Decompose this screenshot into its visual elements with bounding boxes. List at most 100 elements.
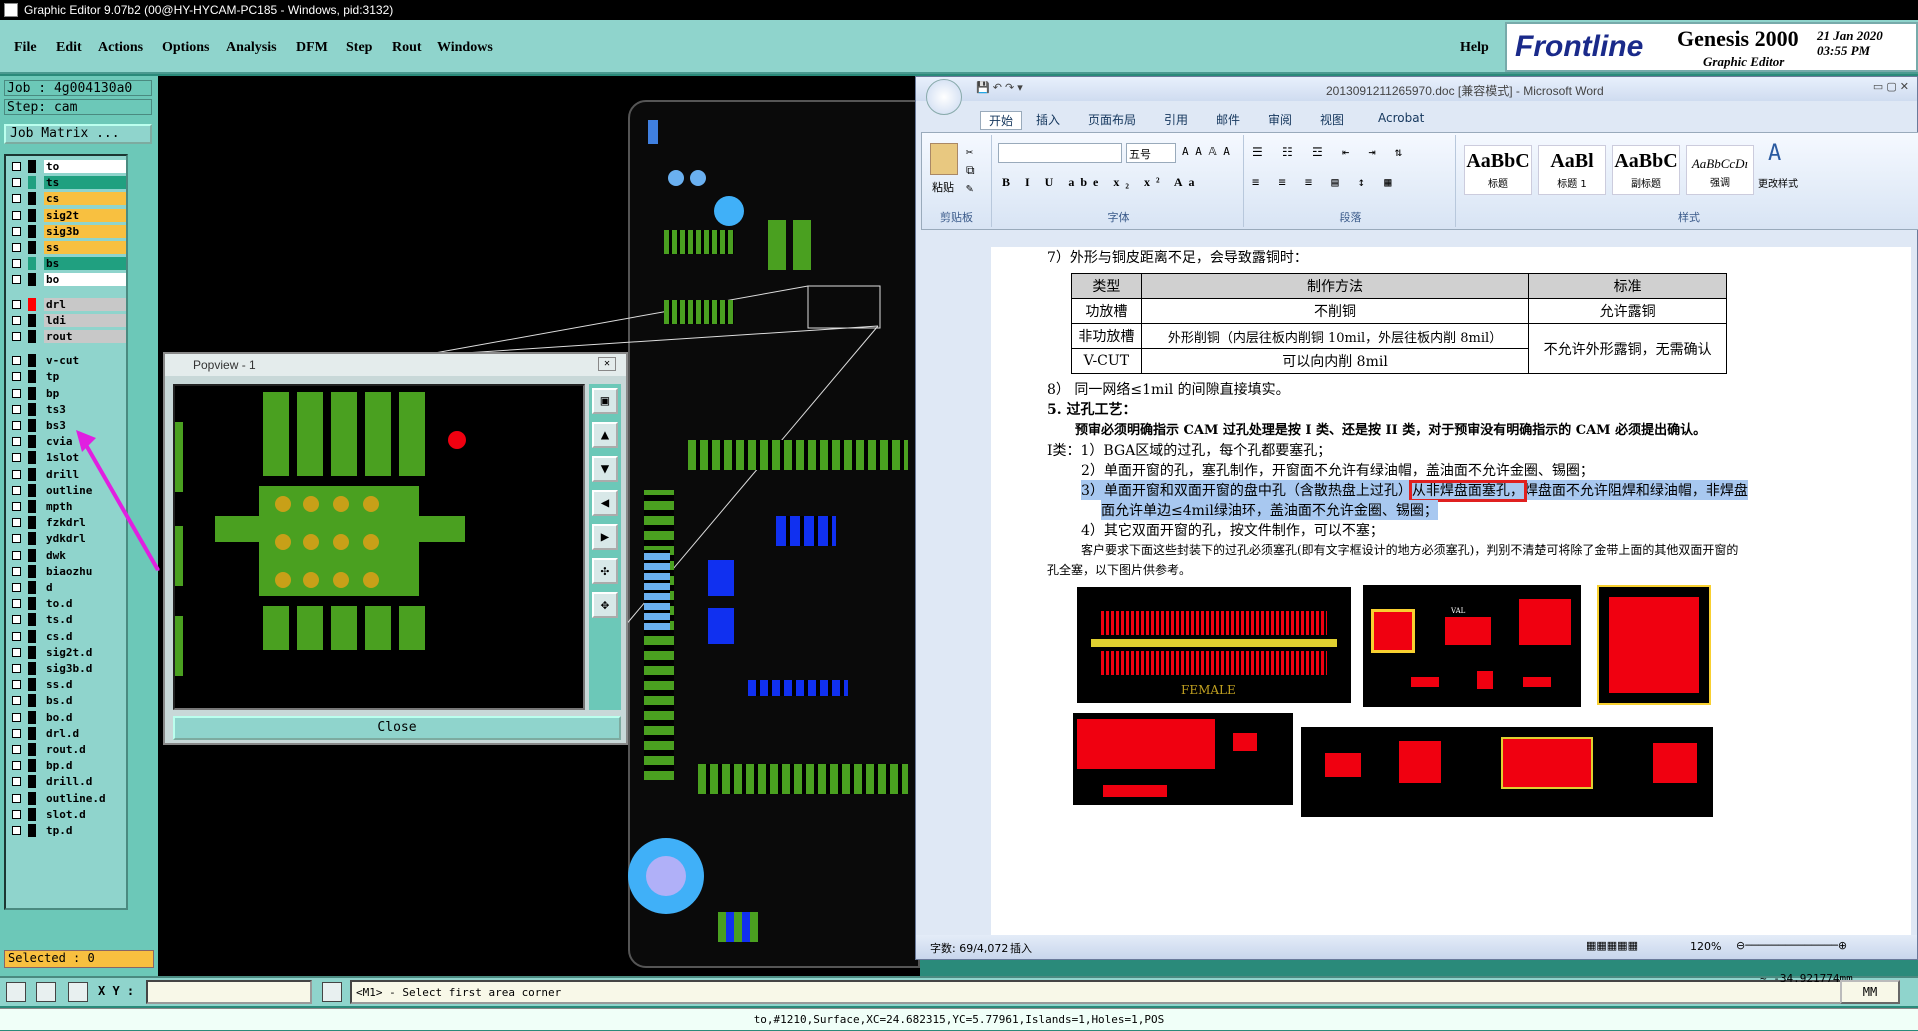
clipboard-tools-icon[interactable]: ✂ ⧉ ✎ <box>966 143 975 197</box>
layer-checkbox[interactable] <box>12 388 21 398</box>
layer-checkbox[interactable] <box>12 485 21 495</box>
popview-close-icon[interactable]: ✕ <box>598 357 616 371</box>
layer-name[interactable]: cs <box>44 192 126 206</box>
layer-row[interactable]: ts.d <box>8 613 128 627</box>
layer-row[interactable]: bp.d <box>8 759 128 773</box>
font-name-select[interactable] <box>998 143 1122 163</box>
zoom-in-icon[interactable]: ▣ <box>592 388 618 414</box>
layer-row[interactable]: v-cut <box>8 354 128 368</box>
menu-edit[interactable]: Edit <box>56 40 82 56</box>
layer-checkbox[interactable] <box>12 469 21 479</box>
style-emphasis[interactable]: AaBbCcDı 强调 <box>1686 145 1754 195</box>
layer-name[interactable]: to <box>44 160 126 173</box>
layer-name[interactable]: slot.d <box>44 807 126 821</box>
tab-review[interactable]: 审阅 <box>1268 111 1292 128</box>
layer-row[interactable]: ts3 <box>8 402 128 417</box>
layer-name[interactable]: rout.d <box>44 743 126 756</box>
layer-name[interactable]: v-cut <box>44 354 126 368</box>
layer-checkbox[interactable] <box>12 275 21 285</box>
layer-checkbox[interactable] <box>12 315 21 325</box>
pan-right-icon[interactable]: ▶ <box>592 524 618 550</box>
align-icons[interactable]: ≡ ≡ ≡ ▤ ↕ ▦ <box>1252 175 1397 189</box>
layer-name[interactable]: bs.d <box>44 694 126 708</box>
layer-row[interactable]: bs <box>8 257 128 271</box>
layer-checkbox[interactable] <box>12 518 21 528</box>
layer-row[interactable]: outline.d <box>8 791 128 806</box>
font-format-icons[interactable]: B I U abe x₂ x² Aa <box>1002 175 1201 190</box>
layer-name[interactable]: ts3 <box>44 402 126 416</box>
layer-row[interactable]: tp <box>8 370 128 384</box>
menu-dfm[interactable]: DFM <box>296 40 328 56</box>
layer-name[interactable]: ldi <box>44 313 126 327</box>
tab-acrobat[interactable]: Acrobat <box>1378 111 1424 125</box>
layer-name[interactable]: bp.d <box>44 759 126 773</box>
layer-checkbox[interactable] <box>12 647 21 657</box>
layer-row[interactable]: drill.d <box>8 775 128 789</box>
layer-checkbox[interactable] <box>12 761 21 771</box>
layer-row[interactable]: bo.d <box>8 710 128 725</box>
popview-close-button[interactable]: Close <box>173 716 621 740</box>
menu-help[interactable]: Help <box>1460 40 1489 56</box>
layer-checkbox[interactable] <box>12 809 21 819</box>
tool-pipe-icon[interactable] <box>322 982 342 1002</box>
unit-toggle[interactable]: MM <box>1840 980 1900 1004</box>
layer-row[interactable]: ss.d <box>8 678 128 692</box>
tool-diagonal-icon[interactable] <box>36 982 56 1002</box>
layer-row[interactable]: to <box>8 160 128 174</box>
layer-row[interactable]: sig3b.d <box>8 662 128 676</box>
layer-row[interactable]: bs.d <box>8 694 128 708</box>
zoom-level[interactable]: 120% <box>1690 940 1721 953</box>
layer-checkbox[interactable] <box>12 777 21 787</box>
layer-name[interactable]: d <box>44 581 126 594</box>
quick-access-icons[interactable]: 💾 ↶ ↷ ▾ <box>976 81 1023 94</box>
layer-name[interactable]: drl.d <box>44 726 126 740</box>
layer-checkbox[interactable] <box>12 680 21 690</box>
layer-row[interactable]: bo <box>8 273 128 287</box>
layer-checkbox[interactable] <box>12 745 21 754</box>
layer-name[interactable]: bo.d <box>44 710 126 724</box>
job-matrix-button[interactable]: Job Matrix ... <box>4 124 152 144</box>
pan-up-icon[interactable]: ▲ <box>592 422 618 448</box>
layer-checkbox[interactable] <box>12 793 21 803</box>
layer-name[interactable]: sig2t <box>44 208 126 222</box>
tab-view[interactable]: 视图 <box>1320 111 1344 128</box>
layer-checkbox[interactable] <box>12 615 21 625</box>
layer-name[interactable]: drill.d <box>44 775 126 789</box>
layer-name[interactable]: rout <box>44 330 126 343</box>
view-buttons-icon[interactable]: ▦▦▦▦▦ <box>1586 939 1638 952</box>
pan-left-icon[interactable]: ◀ <box>592 490 618 516</box>
menu-file[interactable]: File <box>14 40 37 56</box>
document-page[interactable]: 7）外形与铜皮距离不足，会导致露铜时： 类型 制作方法 标准 功放槽 不削铜 允许露铜 … <box>991 247 1911 937</box>
style-subtitle[interactable]: AaBbC 副标题 <box>1612 145 1680 195</box>
layer-checkbox[interactable] <box>12 826 21 835</box>
layer-checkbox[interactable] <box>12 534 21 544</box>
layer-row[interactable]: bp <box>8 386 128 401</box>
layer-row[interactable]: drl.d <box>8 726 128 741</box>
layer-row[interactable]: cs.d <box>8 629 128 644</box>
layer-name[interactable]: sig2t.d <box>44 645 126 659</box>
layer-row[interactable]: sig2t <box>8 208 128 223</box>
layer-row[interactable]: d <box>8 581 128 595</box>
menu-actions[interactable]: Actions <box>98 40 143 56</box>
style-heading1[interactable]: AaBl 标题 1 <box>1538 145 1606 195</box>
layer-checkbox[interactable] <box>12 404 21 414</box>
menu-windows[interactable]: Windows <box>437 40 493 56</box>
tab-references[interactable]: 引用 <box>1164 111 1188 128</box>
paste-label[interactable]: 粘贴 <box>932 179 954 195</box>
layer-checkbox[interactable] <box>12 372 21 382</box>
insert-mode[interactable]: 插入 <box>1010 940 1032 956</box>
layer-name[interactable]: ss <box>44 241 126 254</box>
pan-down-icon[interactable]: ▼ <box>592 456 618 482</box>
layer-checkbox[interactable] <box>12 178 21 188</box>
tool-grid-icon[interactable] <box>68 982 88 1002</box>
zoom-slider[interactable]: ⊖──────────────⊕ <box>1736 939 1847 952</box>
layer-checkbox[interactable] <box>12 453 21 463</box>
layer-checkbox[interactable] <box>12 712 21 722</box>
layer-row[interactable]: sig2t.d <box>8 645 128 660</box>
layer-checkbox[interactable] <box>12 696 21 706</box>
layer-name[interactable]: outline.d <box>44 791 126 805</box>
layer-checkbox[interactable] <box>12 210 21 220</box>
layer-row[interactable]: ts <box>8 176 128 190</box>
layer-name[interactable]: tp <box>44 370 126 384</box>
menu-options[interactable]: Options <box>162 40 209 56</box>
